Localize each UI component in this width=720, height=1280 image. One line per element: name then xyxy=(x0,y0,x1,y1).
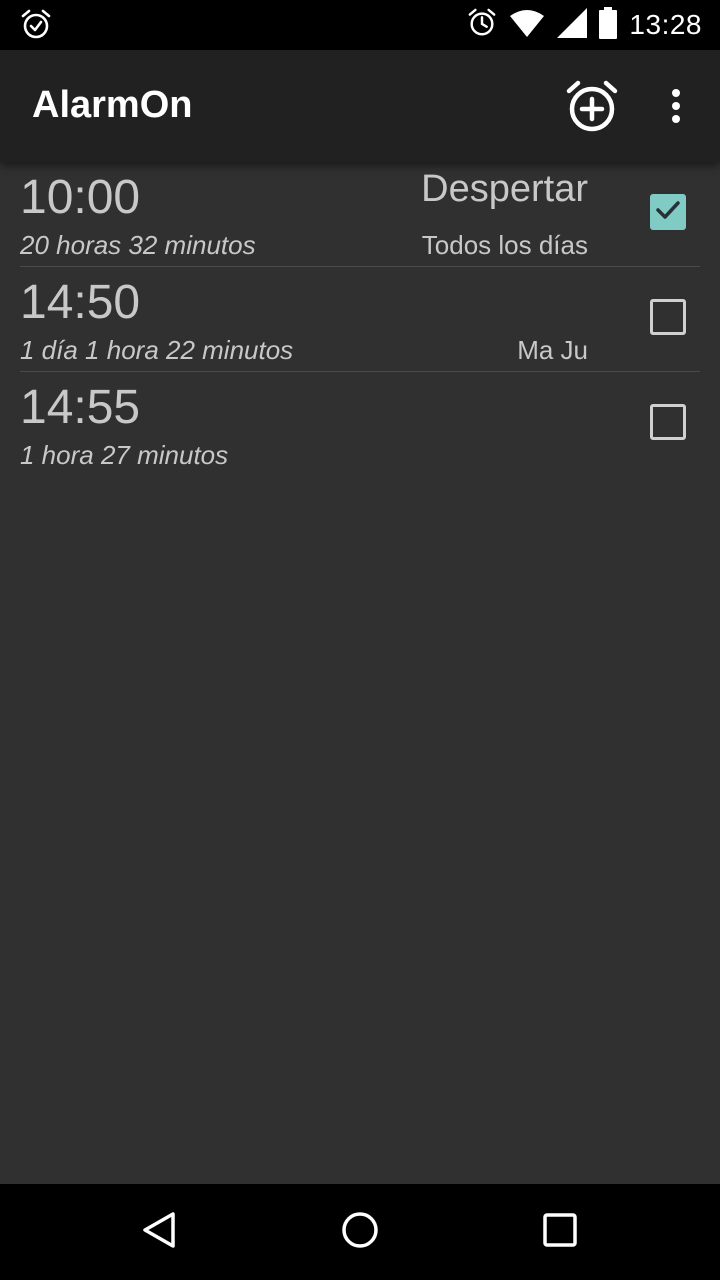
alarm-repeat: Todos los días xyxy=(421,230,588,260)
battery-icon xyxy=(599,6,618,44)
signal-icon xyxy=(557,7,588,43)
alarm-label: Despertar xyxy=(421,168,588,210)
recents-icon xyxy=(540,1210,580,1255)
overflow-menu-button[interactable] xyxy=(654,80,698,136)
app-bar: AlarmOn xyxy=(0,50,720,162)
overflow-menu-icon xyxy=(670,88,682,129)
add-alarm-icon xyxy=(564,78,620,139)
alarm-time: 14:55 xyxy=(20,381,141,434)
back-icon xyxy=(140,1210,180,1255)
app-title: AlarmOn xyxy=(32,84,193,126)
alarm-remaining: 1 hora 27 minutos xyxy=(20,440,229,470)
alarm-time: 14:50 xyxy=(20,276,141,329)
alarm-remaining: 1 día 1 hora 22 minutos xyxy=(20,335,294,365)
alarm-enabled-checkbox[interactable] xyxy=(650,404,686,440)
home-icon xyxy=(340,1210,380,1255)
status-time: 13:28 xyxy=(629,9,702,40)
alarm-repeat: Ma Ju xyxy=(517,335,588,365)
navigation-bar xyxy=(0,1184,720,1280)
alarm-icon xyxy=(467,8,497,43)
alarm-check-icon xyxy=(20,9,52,41)
alarm-enabled-checkbox[interactable] xyxy=(650,194,686,230)
checkmark-icon xyxy=(654,196,682,229)
alarm-row[interactable]: 10:00 20 horas 32 minutos Despertar Todo… xyxy=(20,162,700,267)
wifi-icon xyxy=(509,9,545,42)
home-button[interactable] xyxy=(332,1204,388,1260)
status-bar: 13:28 xyxy=(0,0,720,50)
alarm-enabled-checkbox[interactable] xyxy=(650,299,686,335)
alarm-time: 10:00 xyxy=(20,171,141,224)
alarm-remaining: 20 horas 32 minutos xyxy=(20,230,256,260)
add-alarm-button[interactable] xyxy=(560,76,624,140)
alarm-row[interactable]: 14:55 1 hora 27 minutos xyxy=(20,372,700,476)
recents-button[interactable] xyxy=(532,1204,588,1260)
alarm-row[interactable]: 14:50 1 día 1 hora 22 minutos Ma Ju xyxy=(20,267,700,372)
back-button[interactable] xyxy=(132,1204,188,1260)
alarm-list: 10:00 20 horas 32 minutos Despertar Todo… xyxy=(0,162,720,476)
